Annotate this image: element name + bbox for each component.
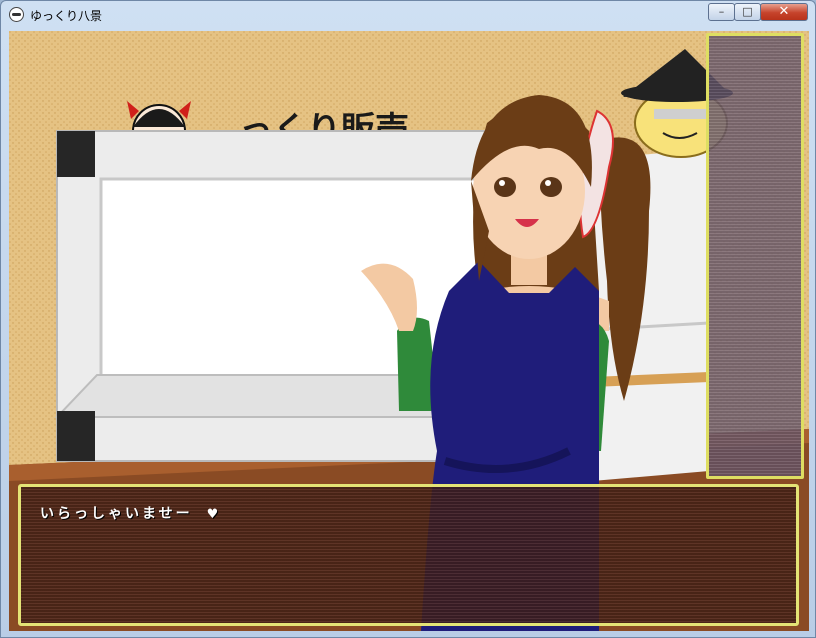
message-window[interactable]: いらっしゃいませー ♥ [18, 484, 799, 626]
close-button[interactable]: ✕ [760, 3, 808, 21]
heart-cursor-icon[interactable]: ♥ [207, 507, 219, 522]
app-icon[interactable] [9, 7, 24, 22]
game-window: ゆっくり八景 – □ ✕ いらっしゃいませー ♥ [0, 0, 816, 638]
window-title: ゆっくり八景 [30, 9, 103, 23]
dialog-text: いらっしゃいませー [40, 506, 193, 522]
maximize-button[interactable]: □ [734, 3, 761, 21]
side-status-panel [706, 33, 804, 479]
dialog-line: いらっしゃいませー ♥ [40, 503, 218, 523]
title-bar[interactable]: ゆっくり八景 – □ ✕ [1, 1, 815, 29]
minimize-button[interactable]: – [708, 3, 735, 21]
game-viewport[interactable]: っくり販売 [9, 31, 809, 631]
